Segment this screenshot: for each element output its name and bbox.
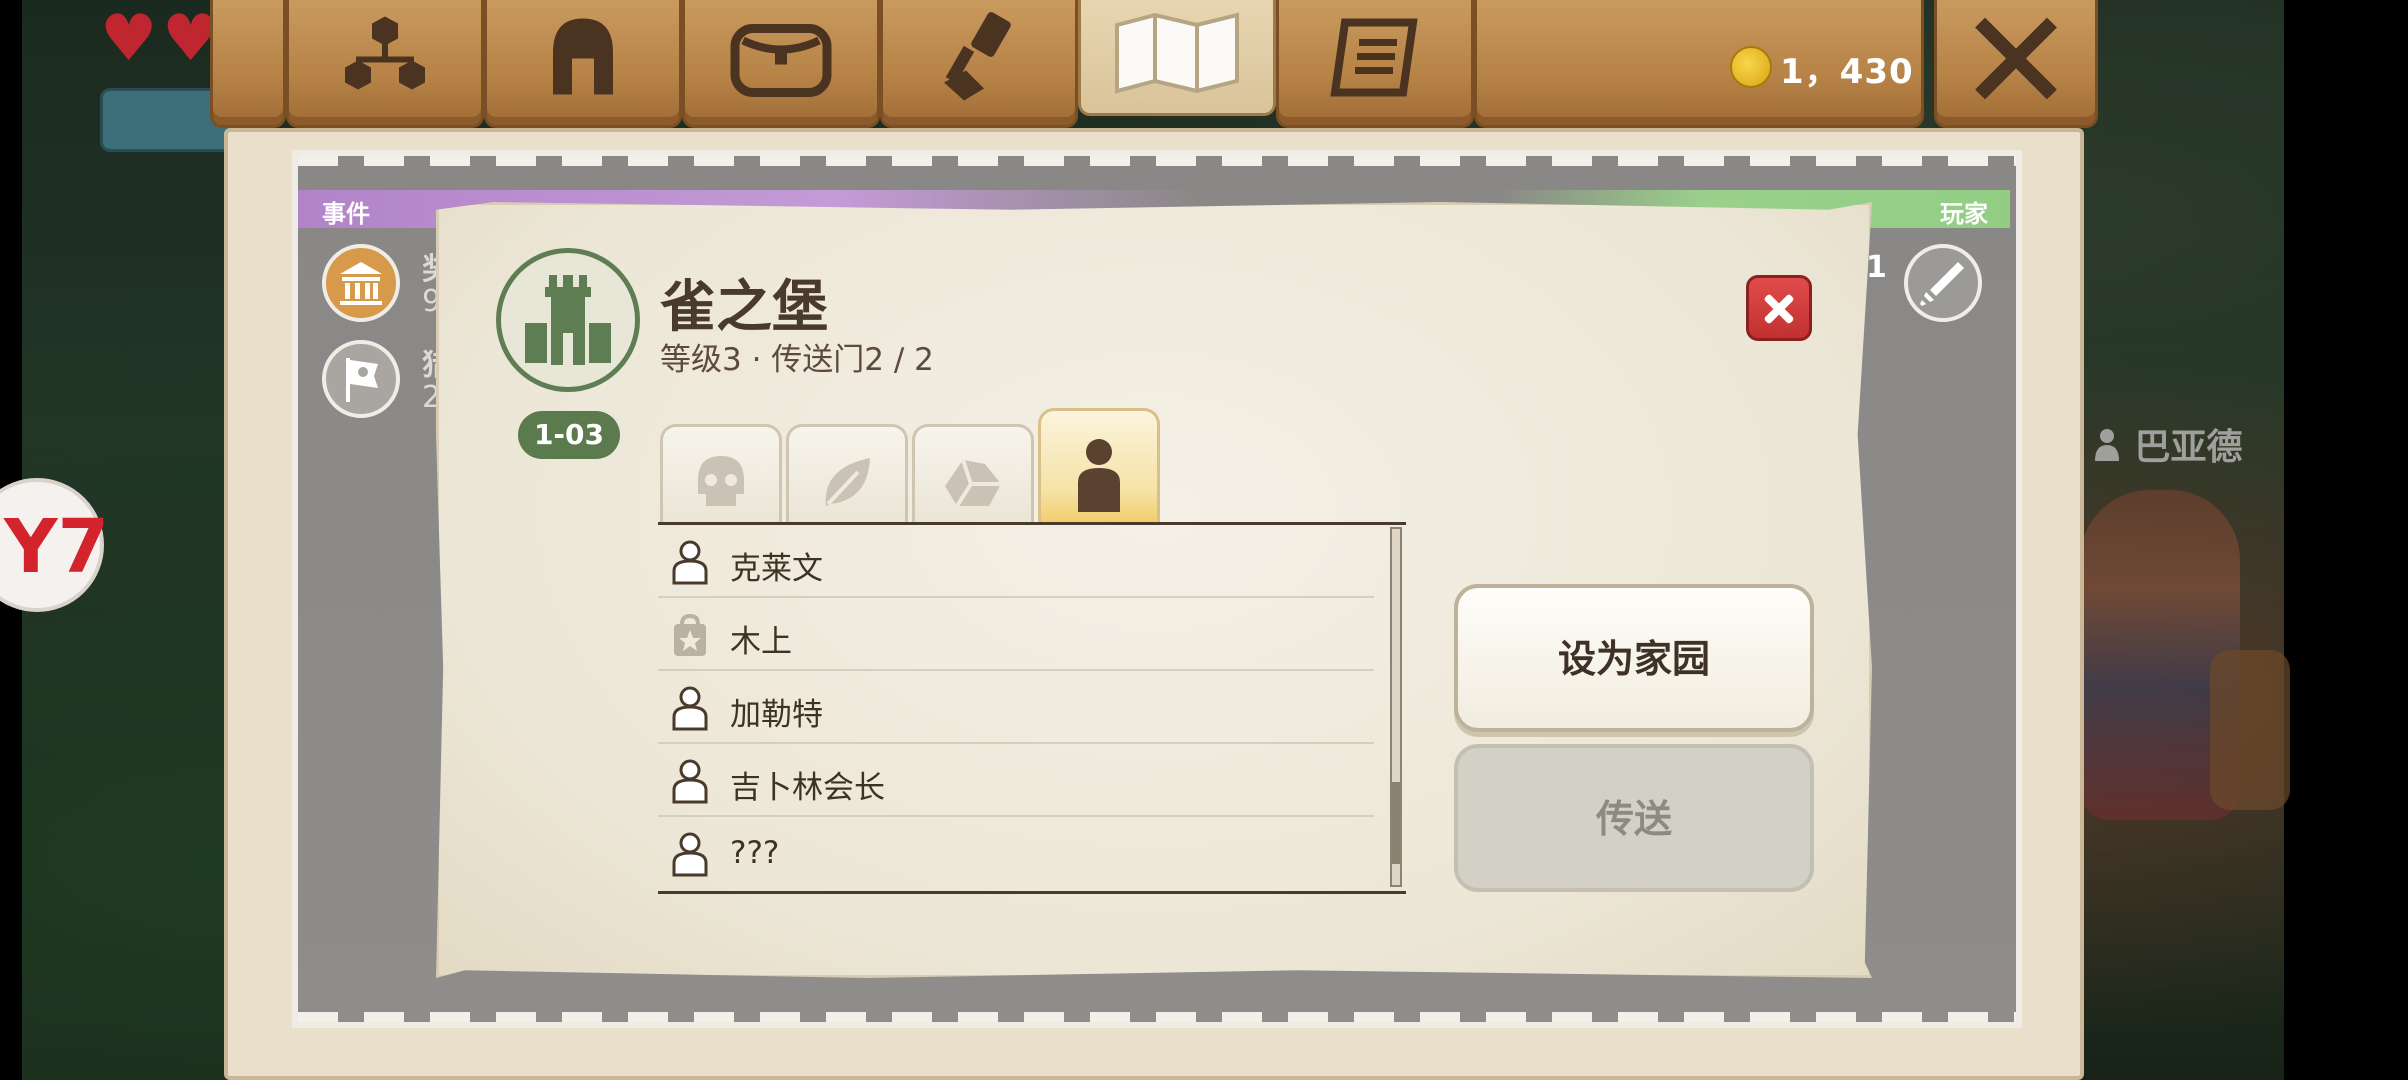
list-item-label: 吉卜林会长: [730, 770, 885, 806]
npc-nameplate: 巴亚德: [2092, 418, 2243, 470]
person-icon: [1078, 439, 1120, 513]
dialog-close-button[interactable]: [1746, 275, 1812, 341]
npc-list[interactable]: 克莱文 木上 加勒特 吉卜林会长 ???: [658, 522, 1406, 894]
museum-icon: [340, 262, 382, 305]
npc-name-label: 巴亚德: [2134, 427, 2243, 468]
tab-crafting[interactable]: [880, 0, 1078, 128]
heart-icon: ♥: [100, 2, 158, 76]
leaf-icon: [825, 458, 870, 507]
tab-inventory[interactable]: [682, 0, 880, 128]
currency-panel: 1，430: [1474, 0, 1924, 128]
tab-quests[interactable]: [1276, 0, 1474, 128]
skull-icon: [698, 456, 744, 507]
list-item-label: 加勒特: [730, 697, 823, 733]
list-item[interactable]: 克莱文: [658, 525, 1374, 598]
tab-npcs[interactable]: [1038, 408, 1160, 524]
teleport-button[interactable]: 传送: [1454, 744, 1814, 892]
coin-icon: [1730, 46, 1772, 88]
tab-edge: [210, 0, 286, 128]
skull-flag-icon: [346, 358, 378, 402]
tab-equipment[interactable]: [484, 0, 682, 128]
tab-plants[interactable]: [786, 424, 908, 524]
person-icon: [672, 759, 708, 804]
person-icon: [672, 686, 708, 731]
person-icon: [672, 540, 708, 585]
health-hearts: ♥♥: [100, 2, 224, 76]
list-item[interactable]: 木上: [658, 598, 1374, 671]
list-item[interactable]: ???: [658, 817, 1374, 890]
players-label: 玩家: [1940, 200, 1988, 228]
network-icon: [345, 16, 425, 89]
location-title: 雀之堡: [660, 275, 828, 340]
top-tab-bar: 1，430: [210, 0, 2100, 130]
shop-bag-icon: [674, 613, 706, 656]
barrel-prop: [2210, 650, 2290, 810]
location-subtitle: 等级3 · 传送门2 / 2: [660, 342, 934, 378]
coin-amount: 1，430: [1780, 52, 1914, 92]
location-emblem: [496, 248, 640, 392]
close-icon: [1975, 17, 2057, 99]
event-pirate-flag-button[interactable]: [322, 340, 400, 418]
player-pvp-button[interactable]: [1904, 244, 1982, 322]
list-scrollbar-thumb[interactable]: [1392, 782, 1400, 865]
tab-group[interactable]: [286, 0, 484, 128]
location-code-badge: 1-03: [518, 411, 620, 459]
player-count: 1: [1866, 250, 1887, 285]
hammer-icon: [944, 11, 1011, 100]
list-item-label: ???: [730, 835, 780, 871]
tab-map[interactable]: [1078, 0, 1276, 116]
set-home-button[interactable]: 设为家园: [1454, 584, 1814, 732]
person-icon: [672, 832, 708, 877]
castle-tower-icon: [525, 275, 611, 365]
event-museum-button[interactable]: [322, 244, 400, 322]
tab-ores[interactable]: [912, 424, 1034, 524]
helmet-icon: [553, 18, 613, 94]
list-item-label: 克莱文: [730, 551, 823, 587]
list-item-label: 木上: [730, 624, 792, 660]
person-icon: [2095, 429, 2119, 461]
bag-icon: [730, 23, 832, 97]
scroll-icon: [1330, 18, 1418, 96]
map-icon: [1115, 11, 1239, 94]
events-label: 事件: [322, 200, 370, 228]
app-badge-glyph: Y7: [4, 504, 110, 590]
list-item[interactable]: 加勒特: [658, 671, 1374, 744]
list-item[interactable]: 吉卜林会长: [658, 744, 1374, 817]
sword-icon: [1920, 262, 1964, 306]
rock-icon: [945, 459, 1001, 508]
tab-monsters[interactable]: [660, 424, 782, 524]
close-menu-button[interactable]: [1934, 0, 2098, 128]
